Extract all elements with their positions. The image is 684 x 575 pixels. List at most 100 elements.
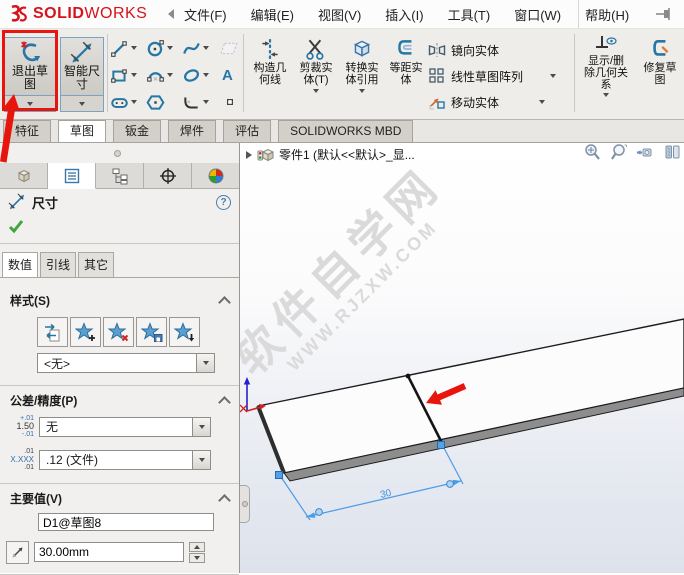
menu-collapse-icon[interactable] (168, 9, 174, 19)
dropdown-arrow-icon[interactable] (203, 46, 209, 50)
graphics-viewport[interactable]: 软件自学网 WWW.RJZXW.COM 零件1 (默认<<默认>_显... 30 (240, 143, 684, 573)
add-style-button[interactable] (70, 317, 101, 347)
tab-dimxpert-manager[interactable] (144, 163, 192, 188)
panel-grip[interactable] (0, 143, 239, 163)
dropdown-arrow-icon[interactable] (539, 100, 546, 104)
ok-check-icon[interactable] (8, 218, 24, 234)
slot-tool[interactable] (110, 91, 137, 113)
repair-sketch-button[interactable]: 修复草图 (638, 37, 682, 86)
offset-entities-button[interactable]: 等距实体 (386, 37, 426, 86)
part-name-label[interactable]: 零件1 (默认<<默认>_显... (279, 146, 415, 163)
dimension-value-field[interactable] (34, 542, 184, 562)
tab-sheet-metal[interactable]: 钣金 (113, 120, 162, 142)
circle-tool[interactable] (146, 37, 173, 59)
exit-sketch-dropdown[interactable] (4, 96, 56, 112)
collapse-caret-icon[interactable] (218, 396, 231, 409)
tab-sketch[interactable]: 草图 (58, 120, 107, 142)
dropdown-arrow-icon[interactable] (131, 73, 137, 77)
zoom-fit-icon[interactable] (584, 143, 601, 162)
mirror-entities-button[interactable]: 镜向实体 (428, 39, 499, 61)
primary-value-section-header[interactable]: 主要值(V) (10, 490, 231, 507)
spline-tool[interactable] (182, 37, 209, 59)
menu-window[interactable]: 窗口(W) (514, 5, 561, 24)
dropdown-arrow-icon[interactable] (167, 46, 173, 50)
modify-value-icon[interactable] (6, 540, 29, 564)
feature-tree-flyout[interactable]: 零件1 (默认<<默认>_显... (246, 146, 415, 163)
precision-select[interactable]: .12 (文件) (39, 449, 211, 470)
load-style-button[interactable] (169, 317, 200, 347)
rectangle-tool[interactable] (110, 64, 137, 86)
dimension-handle-square[interactable] (275, 471, 283, 479)
menu-insert[interactable]: 插入(I) (385, 5, 423, 24)
point-tool[interactable] (224, 91, 236, 113)
tab-evaluate[interactable]: 评估 (223, 120, 272, 142)
zoom-area-icon[interactable] (610, 143, 627, 162)
collapse-caret-icon[interactable] (218, 494, 231, 507)
dropdown-arrow-icon[interactable] (603, 93, 609, 97)
dropdown-arrow-icon[interactable] (203, 100, 209, 104)
construction-geometry-button[interactable]: 构造几何线 (248, 37, 292, 86)
tab-property-manager[interactable] (48, 163, 96, 189)
menu-view[interactable]: 视图(V) (318, 5, 361, 24)
plate-top-face[interactable] (257, 318, 684, 474)
dropdown-arrow-icon[interactable] (313, 89, 319, 93)
tolerance-select[interactable]: 无 (39, 416, 211, 437)
arc-tool[interactable] (146, 64, 173, 86)
sketch-text-tool[interactable]: A (222, 64, 233, 86)
linear-pattern-button[interactable]: 线性草图阵列 (428, 65, 557, 87)
menu-edit[interactable]: 编辑(E) (251, 5, 294, 24)
apply-default-style-button[interactable] (37, 317, 68, 347)
dropdown-arrow-icon[interactable] (167, 73, 173, 77)
display-delete-relations-button[interactable]: 显示/删除几何关系 (578, 34, 634, 97)
dropdown-arrow-icon[interactable] (359, 89, 365, 93)
tab-solidworks-mbd[interactable]: SOLIDWORKS MBD (278, 120, 414, 142)
dimension-drag-handle[interactable] (446, 480, 454, 488)
help-icon[interactable]: ? (216, 194, 231, 210)
viewport-splitter-tab[interactable] (240, 485, 250, 523)
save-style-button[interactable] (136, 317, 167, 347)
tab-leaders[interactable]: 引线 (40, 252, 76, 278)
tree-expand-icon[interactable] (246, 150, 252, 159)
smart-dimension-dropdown[interactable] (60, 96, 104, 112)
tab-configuration-manager[interactable] (96, 163, 144, 188)
model-scene[interactable]: 30 (240, 143, 684, 573)
dimension-drag-handle[interactable] (315, 508, 323, 516)
dropdown-button[interactable] (196, 354, 214, 372)
collapse-caret-icon[interactable] (218, 296, 231, 309)
dropdown-arrow-icon[interactable] (131, 46, 137, 50)
line-tool[interactable] (110, 37, 137, 59)
tab-display-manager[interactable] (192, 163, 239, 188)
sketch-line-endpoint[interactable] (405, 373, 411, 379)
pin-menu-icon[interactable] (655, 7, 673, 21)
dropdown-arrow-icon[interactable] (131, 100, 137, 104)
tolerance-section-header[interactable]: 公差/精度(P) (10, 392, 231, 409)
delete-style-button[interactable] (103, 317, 134, 347)
tab-other[interactable]: 其它 (78, 252, 114, 278)
section-view-icon[interactable] (664, 143, 681, 162)
dropdown-arrow-icon[interactable] (203, 73, 209, 77)
dropdown-arrow-icon[interactable] (550, 74, 557, 78)
dimension-text[interactable]: 30 (379, 488, 393, 501)
convert-entities-button[interactable]: 转换实体引用 (340, 37, 384, 93)
style-select[interactable]: <无> (37, 353, 215, 373)
dropdown-button[interactable] (192, 450, 210, 469)
menu-tools[interactable]: 工具(T) (448, 5, 491, 24)
dropdown-button[interactable] (192, 417, 210, 436)
tab-weldments[interactable]: 焊件 (168, 120, 217, 142)
tab-feature-manager[interactable] (0, 163, 48, 188)
spinner-down-button[interactable] (189, 552, 205, 563)
ellipse-tool[interactable] (182, 64, 209, 86)
fillet-tool[interactable] (182, 91, 209, 113)
dimension-name-field[interactable] (38, 513, 214, 531)
previous-view-icon[interactable] (636, 143, 655, 162)
move-entities-button[interactable]: 移动实体 (428, 91, 546, 113)
tab-value[interactable]: 数值 (2, 252, 38, 278)
dimension-handle-square[interactable] (437, 441, 445, 449)
menu-file[interactable]: 文件(F) (184, 5, 227, 24)
tab-features[interactable]: 特征 (3, 120, 52, 142)
menu-help[interactable]: 帮助(H) (585, 5, 629, 24)
polygon-tool[interactable] (146, 91, 165, 113)
exit-sketch-button[interactable]: 退出草图 (4, 37, 56, 96)
trim-entities-button[interactable]: 剪裁实体(T) (294, 37, 338, 93)
style-section-header[interactable]: 样式(S) (10, 292, 231, 309)
